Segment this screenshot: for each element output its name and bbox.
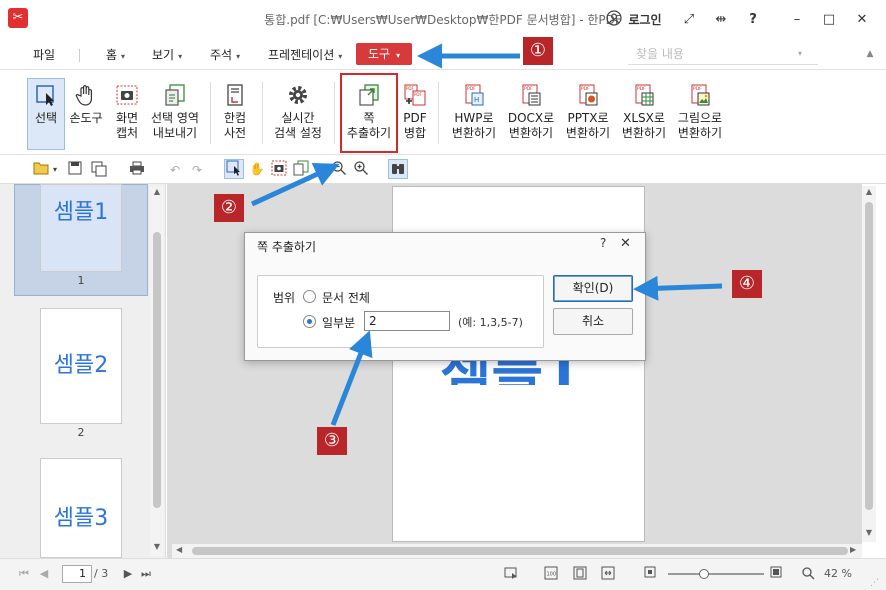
arrow-to-ok-button (633, 275, 723, 301)
callout-step-4: ④ (732, 270, 762, 298)
callout-step-3: ③ (317, 427, 347, 455)
callout-step-2: ② (214, 194, 244, 222)
arrow-to-extract-pages (250, 162, 340, 207)
arrow-to-pages-input (330, 330, 373, 426)
callout-step-1: ① (523, 37, 553, 65)
